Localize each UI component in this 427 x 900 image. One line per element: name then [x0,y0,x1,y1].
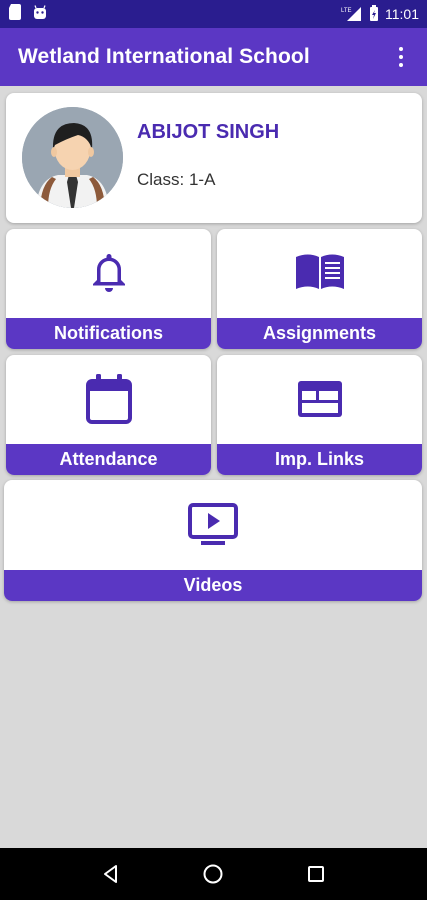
android-icon [32,4,48,25]
assignments-tile[interactable]: Assignments [217,229,422,349]
video-play-icon [4,502,422,546]
web-layout-icon [217,379,422,419]
student-name: ABIJOT SINGH [137,121,280,143]
status-bar: LTE 11:01 [0,0,427,28]
recents-icon[interactable] [296,854,336,894]
network-label: LTE [341,8,352,14]
battery-icon [369,4,379,24]
signal-icon: LTE [341,5,363,24]
notifications-label: Notifications [6,318,211,349]
notifications-tile[interactable]: Notifications [6,229,211,349]
bell-icon [6,249,211,295]
book-icon [217,249,422,295]
imp-links-label: Imp. Links [217,444,422,475]
student-class: Class: 1-A [137,170,216,189]
back-icon[interactable] [91,854,131,894]
status-right-icons: LTE 11:01 [341,4,419,24]
sd-card-icon [8,3,22,25]
app-bar: Wetland International School [0,28,427,86]
attendance-tile[interactable]: Attendance [6,355,211,475]
status-left-icons [8,3,48,25]
profile-card[interactable]: ABIJOT SINGH Class: 1-A [6,93,422,223]
student-avatar [22,107,123,208]
status-time: 11:01 [385,6,419,22]
assignments-label: Assignments [217,318,422,349]
attendance-label: Attendance [6,444,211,475]
app-title: Wetland International School [18,45,310,68]
videos-tile[interactable]: Videos [4,480,422,601]
videos-label: Videos [4,570,422,601]
imp-links-tile[interactable]: Imp. Links [217,355,422,475]
calendar-icon [6,373,211,425]
home-icon[interactable] [193,854,233,894]
overflow-menu-icon[interactable] [389,43,413,71]
system-nav-bar [0,848,427,900]
